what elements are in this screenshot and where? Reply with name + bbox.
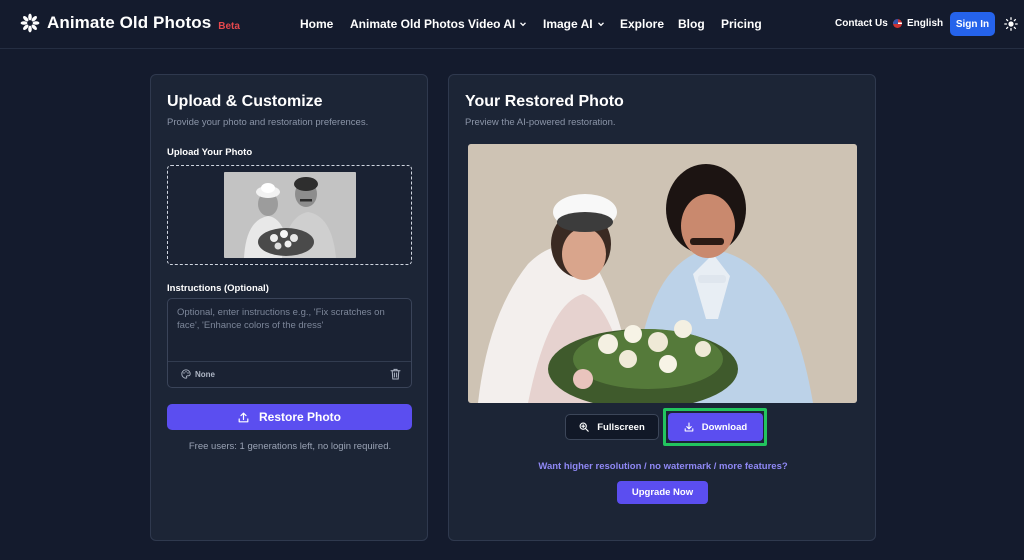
- nav-blog-label: Blog: [678, 17, 705, 31]
- nav-pricing[interactable]: Pricing: [721, 17, 762, 31]
- nav-home[interactable]: Home: [300, 17, 333, 31]
- download-icon: [684, 422, 694, 432]
- style-selector[interactable]: None: [181, 369, 215, 379]
- language-selector[interactable]: English: [893, 18, 943, 29]
- upgrade-now-button[interactable]: Upgrade Now: [617, 481, 708, 504]
- upload-panel-title: Upload & Customize: [167, 93, 323, 110]
- upload-icon: [238, 412, 249, 422]
- us-flag-icon: [893, 19, 902, 28]
- nav-blog[interactable]: Blog: [678, 17, 705, 31]
- free-users-note: Free users: 1 generations left, no login…: [188, 441, 392, 452]
- nav-explore[interactable]: Explore: [620, 17, 664, 31]
- chevron-down-icon: [597, 22, 604, 27]
- trash-icon[interactable]: [390, 368, 401, 380]
- palette-icon: [181, 369, 191, 379]
- logo-link[interactable]: Animate Old Photos Beta: [20, 13, 240, 33]
- upload-customize-panel: Upload & Customize Provide your photo an…: [150, 74, 428, 541]
- flower-logo-icon: [20, 13, 40, 33]
- fullscreen-button[interactable]: Fullscreen: [565, 414, 659, 440]
- chevron-down-icon: [520, 22, 527, 27]
- language-label: English: [907, 18, 944, 29]
- nav-home-label: Home: [300, 17, 334, 31]
- nav-animate-old-photos[interactable]: Animate Old Photos: [350, 17, 465, 31]
- sign-in-button[interactable]: Sign In: [950, 12, 995, 36]
- instructions-textarea[interactable]: Optional, enter instructions e.g., 'Fix …: [167, 298, 412, 388]
- upload-panel-subtitle: Provide your photo and restoration prefe…: [167, 117, 369, 128]
- textarea-divider: [168, 361, 411, 362]
- beta-badge: Beta: [218, 21, 240, 32]
- nav-video-ai-label: Video AI: [468, 17, 516, 31]
- nav-pricing-label: Pricing: [721, 17, 762, 31]
- zoom-icon: [579, 422, 589, 432]
- top-navbar: Animate Old Photos Beta Home Animate Old…: [0, 0, 1024, 49]
- uploaded-photo-thumbnail: [224, 172, 356, 258]
- restored-photo: [468, 144, 857, 403]
- download-label: Download: [701, 421, 748, 433]
- upload-photo-label: Upload Your Photo: [167, 147, 253, 158]
- logo-text: Animate Old Photos: [47, 13, 212, 32]
- sun-icon[interactable]: [1004, 17, 1018, 31]
- photo-dropzone[interactable]: [167, 165, 412, 265]
- fullscreen-label: Fullscreen: [597, 421, 645, 433]
- style-value: None: [195, 369, 215, 379]
- restored-panel-title: Your Restored Photo: [465, 93, 624, 110]
- nav-explore-label: Explore: [620, 17, 665, 31]
- instructions-placeholder: Optional, enter instructions e.g., 'Fix …: [177, 307, 385, 331]
- restored-panel-subtitle: Preview the AI-powered restoration.: [465, 117, 616, 128]
- download-button[interactable]: Download: [668, 413, 763, 441]
- nav-image-ai[interactable]: Image AI: [543, 17, 605, 31]
- restored-photo-panel: Your Restored Photo Preview the AI-power…: [448, 74, 876, 541]
- nav-video-ai[interactable]: Video AI: [468, 17, 527, 31]
- nav-animate-label: Animate Old Photos: [350, 17, 465, 31]
- contact-us-link[interactable]: Contact Us: [835, 18, 888, 29]
- restore-photo-button[interactable]: Restore Photo: [167, 404, 412, 430]
- restore-photo-label: Restore Photo: [258, 410, 341, 424]
- instructions-label: Instructions (Optional): [167, 283, 269, 294]
- nav-image-ai-label: Image AI: [543, 17, 593, 31]
- upsell-link[interactable]: Want higher resolution / no watermark / …: [449, 461, 877, 472]
